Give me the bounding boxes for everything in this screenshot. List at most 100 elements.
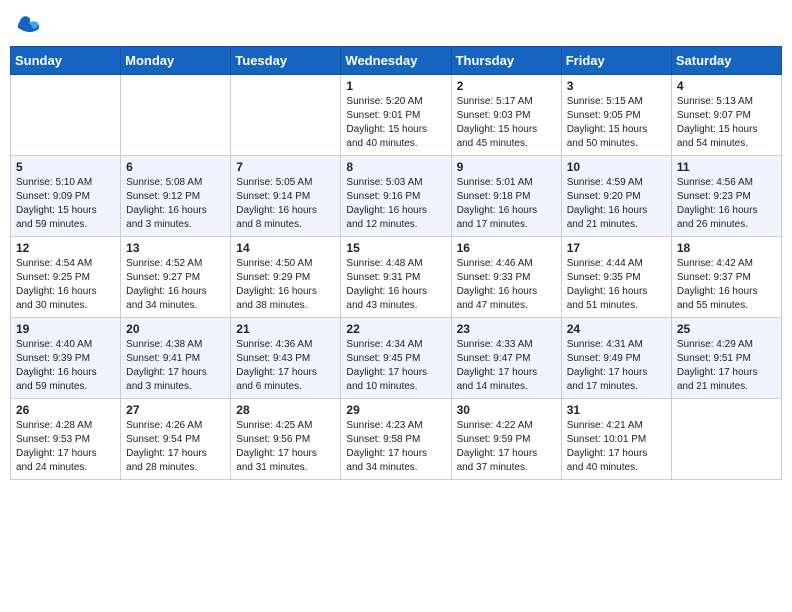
calendar-cell: 29Sunrise: 4:23 AM Sunset: 9:58 PM Dayli… [341, 399, 451, 480]
day-info: Sunrise: 5:13 AM Sunset: 9:07 PM Dayligh… [677, 95, 776, 151]
col-header-wednesday: Wednesday [341, 47, 451, 75]
calendar-cell: 1Sunrise: 5:20 AM Sunset: 9:01 PM Daylig… [341, 75, 451, 156]
day-info: Sunrise: 4:22 AM Sunset: 9:59 PM Dayligh… [457, 419, 556, 475]
day-number: 26 [16, 403, 115, 417]
col-header-monday: Monday [121, 47, 231, 75]
day-info: Sunrise: 5:03 AM Sunset: 9:16 PM Dayligh… [346, 176, 445, 232]
day-info: Sunrise: 5:05 AM Sunset: 9:14 PM Dayligh… [236, 176, 335, 232]
calendar-cell: 8 Sunrise: 5:03 AM Sunset: 9:16 PM Daylig… [341, 156, 451, 237]
calendar-cell: 19Sunrise: 4:40 AM Sunset: 9:39 PM Dayli… [11, 318, 121, 399]
day-info: Sunrise: 5:08 AM Sunset: 9:12 PM Dayligh… [126, 176, 225, 232]
day-info: Sunrise: 4:42 AM Sunset: 9:37 PM Dayligh… [677, 257, 776, 313]
day-number: 12 [16, 241, 115, 255]
day-info: Sunrise: 4:34 AM Sunset: 9:45 PM Dayligh… [346, 338, 445, 394]
calendar-cell [11, 75, 121, 156]
day-number: 18 [677, 241, 776, 255]
calendar-cell: 6 Sunrise: 5:08 AM Sunset: 9:12 PM Daylig… [121, 156, 231, 237]
calendar-cell: 12 Sunrise: 4:54 AM Sunset: 9:25 PM Dayli… [11, 237, 121, 318]
col-header-thursday: Thursday [451, 47, 561, 75]
calendar-cell: 24Sunrise: 4:31 AM Sunset: 9:49 PM Dayli… [561, 318, 671, 399]
day-info: Sunrise: 4:28 AM Sunset: 9:53 PM Dayligh… [16, 419, 115, 475]
logo-icon [14, 10, 42, 38]
day-number: 14 [236, 241, 335, 255]
calendar-cell: 21 Sunrise: 4:36 AM Sunset: 9:43 PM Dayli… [231, 318, 341, 399]
calendar-cell: 22 Sunrise: 4:34 AM Sunset: 9:45 PM Dayli… [341, 318, 451, 399]
col-header-saturday: Saturday [671, 47, 781, 75]
day-info: Sunrise: 5:20 AM Sunset: 9:01 PM Dayligh… [346, 95, 445, 151]
day-number: 21 [236, 322, 335, 336]
calendar-week-row: 19Sunrise: 4:40 AM Sunset: 9:39 PM Dayli… [11, 318, 782, 399]
day-info: Sunrise: 4:48 AM Sunset: 9:31 PM Dayligh… [346, 257, 445, 313]
day-info: Sunrise: 4:25 AM Sunset: 9:56 PM Dayligh… [236, 419, 335, 475]
day-number: 2 [457, 79, 556, 93]
day-number: 16 [457, 241, 556, 255]
day-number: 20 [126, 322, 225, 336]
calendar-cell: 23Sunrise: 4:33 AM Sunset: 9:47 PM Dayli… [451, 318, 561, 399]
day-info: Sunrise: 4:36 AM Sunset: 9:43 PM Dayligh… [236, 338, 335, 394]
day-number: 22 [346, 322, 445, 336]
calendar-cell: 11 Sunrise: 4:56 AM Sunset: 9:23 PM Dayli… [671, 156, 781, 237]
day-number: 4 [677, 79, 776, 93]
calendar-cell: 30 Sunrise: 4:22 AM Sunset: 9:59 PM Dayli… [451, 399, 561, 480]
day-number: 6 [126, 160, 225, 174]
calendar-cell: 17 Sunrise: 4:44 AM Sunset: 9:35 PM Dayli… [561, 237, 671, 318]
day-number: 7 [236, 160, 335, 174]
calendar-cell: 16 Sunrise: 4:46 AM Sunset: 9:33 PM Dayli… [451, 237, 561, 318]
calendar-header-row: SundayMondayTuesdayWednesdayThursdayFrid… [11, 47, 782, 75]
day-info: Sunrise: 5:15 AM Sunset: 9:05 PM Dayligh… [567, 95, 666, 151]
calendar-cell: 7 Sunrise: 5:05 AM Sunset: 9:14 PM Daylig… [231, 156, 341, 237]
calendar-cell: 14 Sunrise: 4:50 AM Sunset: 9:29 PM Dayli… [231, 237, 341, 318]
calendar-cell: 10 Sunrise: 4:59 AM Sunset: 9:20 PM Dayli… [561, 156, 671, 237]
col-header-sunday: Sunday [11, 47, 121, 75]
day-info: Sunrise: 4:59 AM Sunset: 9:20 PM Dayligh… [567, 176, 666, 232]
day-info: Sunrise: 5:17 AM Sunset: 9:03 PM Dayligh… [457, 95, 556, 151]
calendar-cell: 15 Sunrise: 4:48 AM Sunset: 9:31 PM Dayli… [341, 237, 451, 318]
day-info: Sunrise: 4:21 AM Sunset: 10:01 PM Daylig… [567, 419, 666, 475]
day-info: Sunrise: 4:54 AM Sunset: 9:25 PM Dayligh… [16, 257, 115, 313]
calendar-cell: 18 Sunrise: 4:42 AM Sunset: 9:37 PM Dayli… [671, 237, 781, 318]
calendar-cell: 4 Sunrise: 5:13 AM Sunset: 9:07 PM Daylig… [671, 75, 781, 156]
day-info: Sunrise: 4:44 AM Sunset: 9:35 PM Dayligh… [567, 257, 666, 313]
day-info: Sunrise: 4:56 AM Sunset: 9:23 PM Dayligh… [677, 176, 776, 232]
day-number: 25 [677, 322, 776, 336]
calendar-cell: 27 Sunrise: 4:26 AM Sunset: 9:54 PM Dayli… [121, 399, 231, 480]
day-number: 10 [567, 160, 666, 174]
calendar-cell: 5Sunrise: 5:10 AM Sunset: 9:09 PM Daylig… [11, 156, 121, 237]
calendar-cell: 25 Sunrise: 4:29 AM Sunset: 9:51 PM Dayli… [671, 318, 781, 399]
day-info: Sunrise: 4:50 AM Sunset: 9:29 PM Dayligh… [236, 257, 335, 313]
calendar-cell: 31 Sunrise: 4:21 AM Sunset: 10:01 PM Dayl… [561, 399, 671, 480]
day-number: 30 [457, 403, 556, 417]
calendar-cell: 3 Sunrise: 5:15 AM Sunset: 9:05 PM Daylig… [561, 75, 671, 156]
col-header-friday: Friday [561, 47, 671, 75]
day-number: 8 [346, 160, 445, 174]
day-info: Sunrise: 4:46 AM Sunset: 9:33 PM Dayligh… [457, 257, 556, 313]
day-number: 31 [567, 403, 666, 417]
calendar-cell [121, 75, 231, 156]
day-info: Sunrise: 4:31 AM Sunset: 9:49 PM Dayligh… [567, 338, 666, 394]
calendar-cell [231, 75, 341, 156]
day-info: Sunrise: 4:29 AM Sunset: 9:51 PM Dayligh… [677, 338, 776, 394]
day-number: 19 [16, 322, 115, 336]
day-info: Sunrise: 4:26 AM Sunset: 9:54 PM Dayligh… [126, 419, 225, 475]
calendar-week-row: 1Sunrise: 5:20 AM Sunset: 9:01 PM Daylig… [11, 75, 782, 156]
day-number: 28 [236, 403, 335, 417]
calendar-cell: 20 Sunrise: 4:38 AM Sunset: 9:41 PM Dayli… [121, 318, 231, 399]
calendar-week-row: 12 Sunrise: 4:54 AM Sunset: 9:25 PM Dayli… [11, 237, 782, 318]
day-info: Sunrise: 4:38 AM Sunset: 9:41 PM Dayligh… [126, 338, 225, 394]
logo [14, 10, 44, 38]
day-info: Sunrise: 4:33 AM Sunset: 9:47 PM Dayligh… [457, 338, 556, 394]
day-number: 27 [126, 403, 225, 417]
day-info: Sunrise: 4:23 AM Sunset: 9:58 PM Dayligh… [346, 419, 445, 475]
col-header-tuesday: Tuesday [231, 47, 341, 75]
day-number: 15 [346, 241, 445, 255]
day-number: 17 [567, 241, 666, 255]
day-number: 11 [677, 160, 776, 174]
calendar-week-row: 26 Sunrise: 4:28 AM Sunset: 9:53 PM Dayli… [11, 399, 782, 480]
day-number: 9 [457, 160, 556, 174]
day-number: 5 [16, 160, 115, 174]
calendar-table: SundayMondayTuesdayWednesdayThursdayFrid… [10, 46, 782, 480]
calendar-cell [671, 399, 781, 480]
calendar-week-row: 5Sunrise: 5:10 AM Sunset: 9:09 PM Daylig… [11, 156, 782, 237]
day-number: 3 [567, 79, 666, 93]
day-number: 13 [126, 241, 225, 255]
